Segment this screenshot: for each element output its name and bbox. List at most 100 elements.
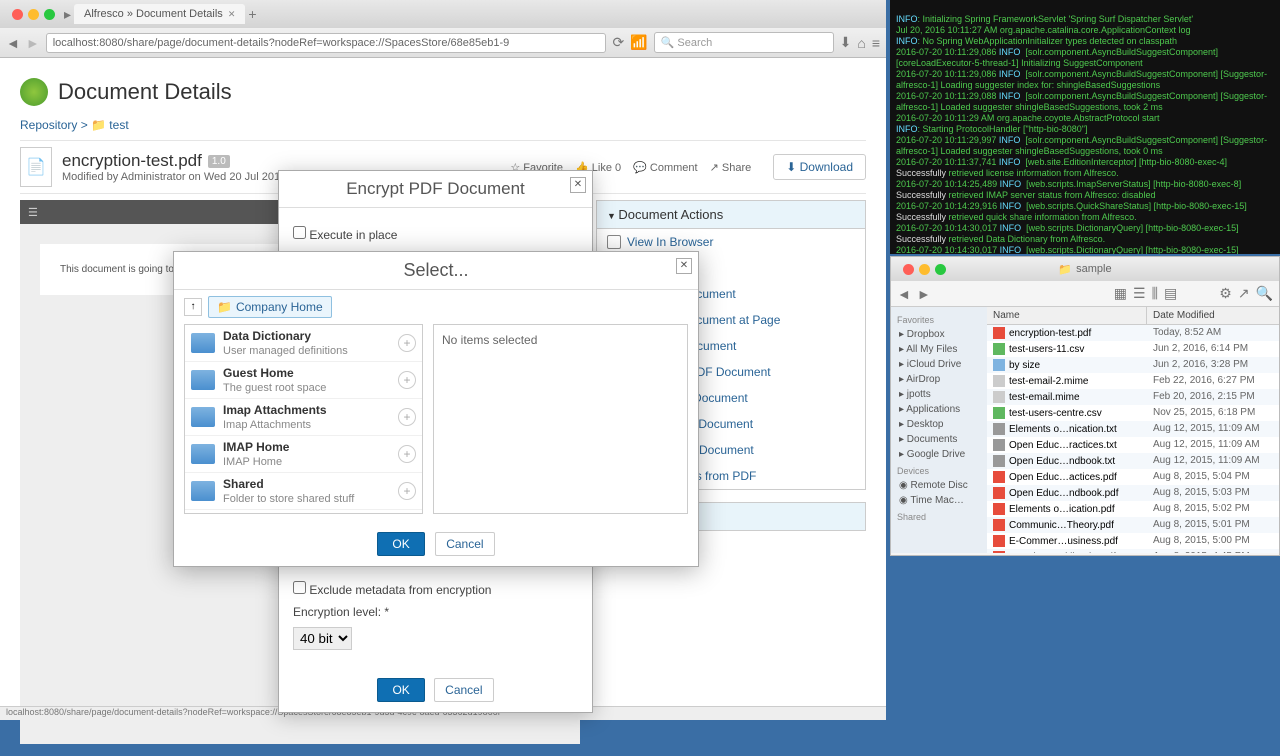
sidebar-item[interactable]: ▸ Google Drive xyxy=(897,447,981,462)
sidebar-item[interactable]: ▸ AirDrop xyxy=(897,372,981,387)
breadcrumb[interactable]: Repository > 📁 test xyxy=(20,118,866,132)
file-icon xyxy=(993,391,1005,403)
search-input[interactable]: 🔍 Search xyxy=(654,32,834,53)
close-icon[interactable]: ✕ xyxy=(676,258,692,274)
actions-header[interactable]: Document Actions xyxy=(596,200,866,229)
folder-row[interactable]: Guest HomeThe guest root space+ xyxy=(185,362,422,399)
view-column-icon[interactable]: ⫼ xyxy=(1152,285,1158,302)
document-icon: 📄 xyxy=(20,147,52,187)
sidebar-item[interactable]: ▸ Applications xyxy=(897,402,981,417)
sidebar-item[interactable]: ▸ Dropbox xyxy=(897,327,981,342)
address-input[interactable]: localhost:8080/share/page/document-detai… xyxy=(46,33,607,53)
select-cancel-button[interactable]: Cancel xyxy=(435,532,494,556)
sidebar-icon[interactable]: ☰ xyxy=(28,206,38,219)
sidebar-item[interactable]: ◉ Remote Disc xyxy=(897,478,981,493)
level-select[interactable]: 40 bit xyxy=(293,627,352,650)
menu-icon[interactable]: ≡ xyxy=(872,35,880,51)
comment-button[interactable]: 💬 Comment xyxy=(633,161,697,174)
folder-row[interactable]: SharedFolder to store shared stuff+ xyxy=(185,473,422,510)
folder-row[interactable]: Data DictionaryUser managed definitions+ xyxy=(185,325,422,362)
sidebar-toggle-icon[interactable]: ▸ xyxy=(64,6,71,23)
folder-row[interactable]: Imap AttachmentsImap Attachments+ xyxy=(185,399,422,436)
new-tab-icon[interactable]: + xyxy=(248,6,256,22)
file-row[interactable]: crowdsour…kibooks.pdfAug 8, 2015, 4:45 P… xyxy=(987,549,1279,553)
page-title: Document Details xyxy=(58,79,232,105)
encrypt-ok-button[interactable]: OK xyxy=(377,678,424,702)
file-row[interactable]: Open Educ…ndbook.pdfAug 8, 2015, 5:03 PM xyxy=(987,485,1279,501)
finder-action-icon[interactable]: ⚙ xyxy=(1219,285,1232,302)
selection-pane: No items selected xyxy=(433,324,688,514)
sidebar-item[interactable]: ▸ Desktop xyxy=(897,417,981,432)
finder-search-icon[interactable]: 🔍 xyxy=(1256,285,1273,302)
select-ok-button[interactable]: OK xyxy=(377,532,424,556)
folder-row[interactable]: SitesSite Collaboration Spaces+ xyxy=(185,510,422,514)
sidebar-item[interactable]: ▸ All My Files xyxy=(897,342,981,357)
document-name: encryption-test.pdf1.0 xyxy=(62,151,332,171)
close-icon[interactable]: ✕ xyxy=(570,177,586,193)
rss-icon[interactable]: 📶 xyxy=(630,34,647,51)
file-icon xyxy=(993,471,1005,483)
file-row[interactable]: encryption-test.pdfToday, 8:52 AM xyxy=(987,325,1279,341)
view-cover-icon[interactable]: ▤ xyxy=(1164,285,1177,302)
file-icon xyxy=(993,535,1005,547)
file-row[interactable]: Open Educ…actices.pdfAug 8, 2015, 5:04 P… xyxy=(987,469,1279,485)
file-row[interactable]: Open Educ…ractices.txtAug 12, 2015, 11:0… xyxy=(987,437,1279,453)
sidebar-item[interactable]: ▸ Documents xyxy=(897,432,981,447)
select-title: Select... xyxy=(403,260,468,280)
forward-icon[interactable]: ► xyxy=(26,35,40,51)
encrypt-cancel-button[interactable]: Cancel xyxy=(434,678,493,702)
file-icon xyxy=(993,375,1005,387)
add-icon[interactable]: + xyxy=(398,371,416,389)
file-row[interactable]: Open Educ…ndbook.txtAug 12, 2015, 11:09 … xyxy=(987,453,1279,469)
window-controls[interactable] xyxy=(6,9,61,20)
finder-share-icon[interactable]: ↗ xyxy=(1238,285,1250,302)
file-row[interactable]: by sizeJun 2, 2016, 3:28 PM xyxy=(987,357,1279,373)
finder-back-icon[interactable]: ◄ xyxy=(897,286,911,302)
finder-forward-icon[interactable]: ► xyxy=(917,286,931,302)
file-row[interactable]: test-users-11.csvJun 2, 2016, 6:14 PM xyxy=(987,341,1279,357)
file-icon xyxy=(993,487,1005,499)
file-row[interactable]: Elements o…nication.txtAug 12, 2015, 11:… xyxy=(987,421,1279,437)
file-row[interactable]: E-Commer…usiness.pdfAug 8, 2015, 5:00 PM xyxy=(987,533,1279,549)
sidebar-item[interactable]: ▸ jpotts xyxy=(897,387,981,402)
sidebar-item[interactable]: ▸ iCloud Drive xyxy=(897,357,981,372)
file-icon xyxy=(993,551,1005,553)
file-icon xyxy=(993,439,1005,451)
view-icon-icon[interactable]: ▦ xyxy=(1114,285,1127,302)
app-logo xyxy=(20,78,48,106)
folder-row[interactable]: IMAP HomeIMAP Home+ xyxy=(185,436,422,473)
reload-icon[interactable]: ⟳ xyxy=(612,34,624,51)
file-icon xyxy=(993,503,1005,515)
view-list-icon[interactable]: ☰ xyxy=(1133,285,1146,302)
back-icon[interactable]: ◄ xyxy=(6,35,20,51)
terminal-window: INFO: Initializing Spring FrameworkServl… xyxy=(890,0,1280,254)
folder-list: Data DictionaryUser managed definitions+… xyxy=(184,324,423,514)
folder-icon xyxy=(191,407,215,427)
file-row[interactable]: test-email.mimeFeb 20, 2016, 2:15 PM xyxy=(987,389,1279,405)
folder-icon xyxy=(191,333,215,353)
add-icon[interactable]: + xyxy=(398,334,416,352)
home-icon[interactable]: ⌂ xyxy=(857,35,865,51)
execute-checkbox[interactable]: Execute in place xyxy=(293,228,397,242)
file-row[interactable]: test-email-2.mimeFeb 22, 2016, 6:27 PM xyxy=(987,373,1279,389)
file-row[interactable]: Communic…Theory.pdfAug 8, 2015, 5:01 PM xyxy=(987,517,1279,533)
col-date[interactable]: Date Modified xyxy=(1147,307,1279,324)
share-button[interactable]: ↗ Share xyxy=(710,161,752,174)
download-icon[interactable]: ⬇ xyxy=(840,34,852,51)
exclude-checkbox[interactable]: Exclude metadata from encryption xyxy=(293,583,491,597)
browser-tab[interactable]: Alfresco » Document Details✕ xyxy=(74,4,245,24)
file-row[interactable]: Elements o…ication.pdfAug 8, 2015, 5:02 … xyxy=(987,501,1279,517)
file-row[interactable]: test-users-centre.csvNov 25, 2015, 6:18 … xyxy=(987,405,1279,421)
folder-up-icon[interactable]: ↑ xyxy=(184,298,202,316)
close-tab-icon[interactable]: ✕ xyxy=(228,9,236,20)
download-button[interactable]: ⬇ Download xyxy=(773,154,866,180)
file-icon xyxy=(993,519,1005,531)
url-bar: ◄ ► localhost:8080/share/page/document-d… xyxy=(0,28,886,58)
breadcrumb-root[interactable]: 📁 Company Home xyxy=(208,296,332,318)
sidebar-item[interactable]: ◉ Time Mac… xyxy=(897,493,981,508)
add-icon[interactable]: + xyxy=(398,482,416,500)
action-icon xyxy=(607,235,621,249)
add-icon[interactable]: + xyxy=(398,445,416,463)
col-name[interactable]: Name xyxy=(987,307,1147,324)
add-icon[interactable]: + xyxy=(398,408,416,426)
